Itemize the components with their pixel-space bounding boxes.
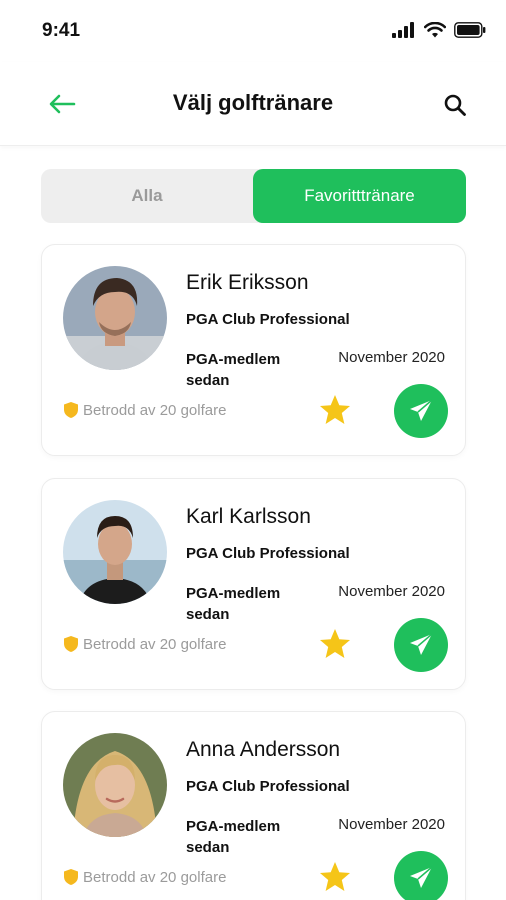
tab-all[interactable]: Alla [41,169,253,223]
favorite-star-button[interactable] [318,393,352,427]
trusted-by: Betrodd av 20 golfare [63,401,226,419]
status-time: 9:41 [42,20,81,41]
member-since-label: PGA-medlem sedan [186,585,281,623]
search-button[interactable] [440,90,470,120]
battery-icon [454,22,486,38]
coach-card[interactable]: Erik Eriksson PGA Club Professional PGA-… [41,244,466,456]
send-message-button[interactable] [394,384,448,438]
paper-plane-icon [410,633,433,655]
coach-title: PGA Club Professional [186,545,350,562]
signal-icon [392,22,414,38]
status-bar: 9:41 [0,0,506,62]
page-title: Välj golftränare [172,90,334,115]
coach-title: PGA Club Professional [186,778,350,795]
shield-icon [64,869,78,885]
avatar [63,733,167,837]
status-icons [392,22,486,38]
trusted-by: Betrodd av 20 golfare [63,635,226,653]
favorite-star-button[interactable] [318,860,352,894]
avatar [63,500,167,604]
search-icon [444,94,466,116]
shield-icon [64,636,78,652]
favorite-star-button[interactable] [318,627,352,661]
tab-favorite-coaches[interactable]: Favoritttränare [253,169,466,223]
avatar [63,266,167,370]
star-icon [320,629,350,658]
paper-plane-icon [410,866,433,888]
member-since-date: November 2020 [338,349,445,366]
coach-card[interactable]: Anna Andersson PGA Club Professional PGA… [41,711,466,900]
coach-name: Karl Karlsson [186,505,311,528]
member-since-date: November 2020 [338,816,445,833]
coach-card[interactable]: Karl Karlsson PGA Club Professional PGA-… [41,478,466,690]
trusted-by-text: Betrodd av 20 golfare [83,635,227,653]
app-header: Välj golftränare [0,62,506,146]
member-since-date: November 2020 [338,583,445,600]
wifi-icon [424,22,446,38]
shield-icon [64,402,78,418]
coach-filter-tabs: Alla Favoritttränare [41,169,466,223]
trusted-by-text: Betrodd av 20 golfare [83,401,227,419]
star-icon [320,862,350,891]
member-since-label: PGA-medlem sedan [186,818,281,856]
trusted-by: Betrodd av 20 golfare [63,868,226,886]
coach-name: Anna Andersson [186,738,341,761]
member-since-label: PGA-medlem sedan [186,351,281,389]
paper-plane-icon [410,399,433,421]
trusted-by-text: Betrodd av 20 golfare [83,868,227,886]
coach-title: PGA Club Professional [186,311,350,328]
send-message-button[interactable] [394,618,448,672]
coach-name: Erik Eriksson [186,271,309,294]
star-icon [320,395,350,424]
send-message-button[interactable] [394,851,448,900]
